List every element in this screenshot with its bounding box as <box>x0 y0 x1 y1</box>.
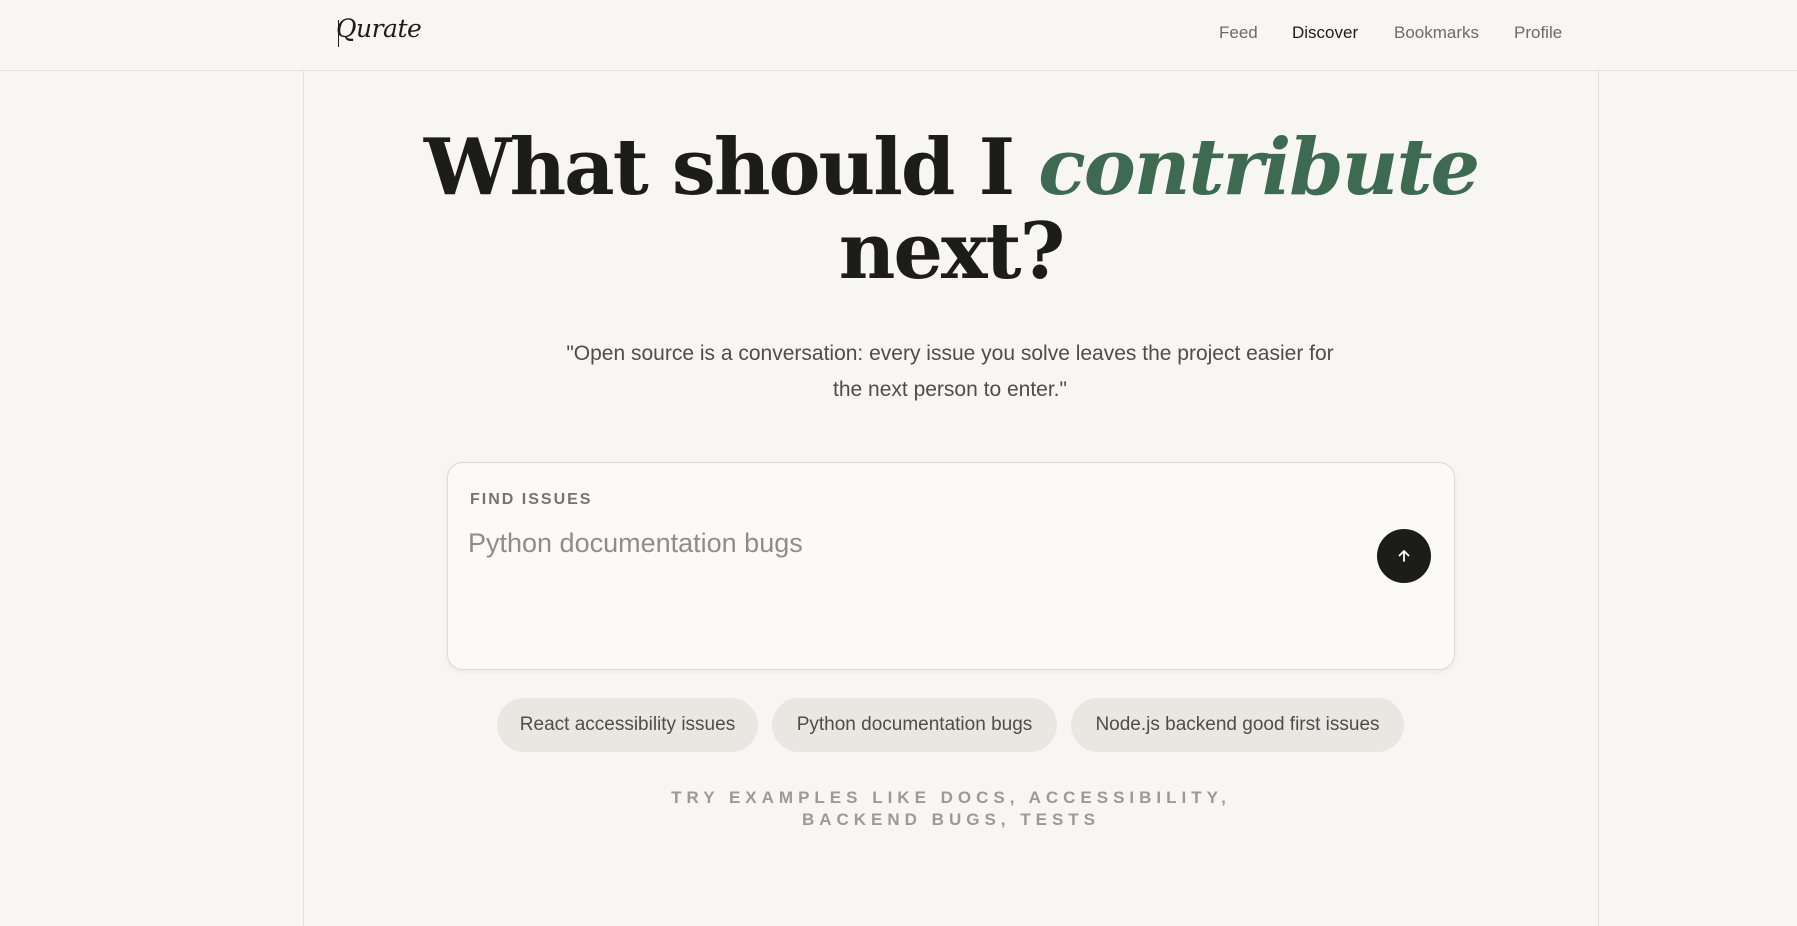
suggestion-chips: React accessibility issues Python docume… <box>0 698 1797 752</box>
suggestion-chip-react-accessibility[interactable]: React accessibility issues <box>497 698 758 752</box>
search-input[interactable] <box>468 523 1348 563</box>
submit-search-button[interactable] <box>1377 529 1431 583</box>
headline-text-end: next? <box>838 206 1066 297</box>
page-headline: What should I contribute next? <box>303 126 1599 294</box>
headline-accent-word: contribute <box>1038 122 1480 213</box>
search-card: FIND ISSUES <box>447 462 1455 670</box>
nav-item-bookmarks[interactable]: Bookmarks <box>1394 23 1479 43</box>
suggestion-chip-nodejs-backend[interactable]: Node.js backend good first issues <box>1071 698 1404 752</box>
examples-hint: TRY EXAMPLES LIKE DOCS, ACCESSIBILITY, B… <box>671 788 1231 829</box>
nav-item-profile[interactable]: Profile <box>1514 23 1562 43</box>
app-logo[interactable]: Qurate <box>336 14 422 43</box>
headline-text-start: What should I <box>423 122 1039 213</box>
nav-item-feed[interactable]: Feed <box>1219 23 1258 43</box>
top-navbar: Qurate Feed Discover Bookmarks Profile <box>0 0 1797 71</box>
search-label: FIND ISSUES <box>470 491 593 508</box>
nav-item-discover[interactable]: Discover <box>1292 23 1358 43</box>
suggestion-chip-python-docs[interactable]: Python documentation bugs <box>772 698 1057 752</box>
hero-quote: "Open source is a conversation: every is… <box>566 342 1334 401</box>
arrow-up-icon <box>1398 550 1410 562</box>
